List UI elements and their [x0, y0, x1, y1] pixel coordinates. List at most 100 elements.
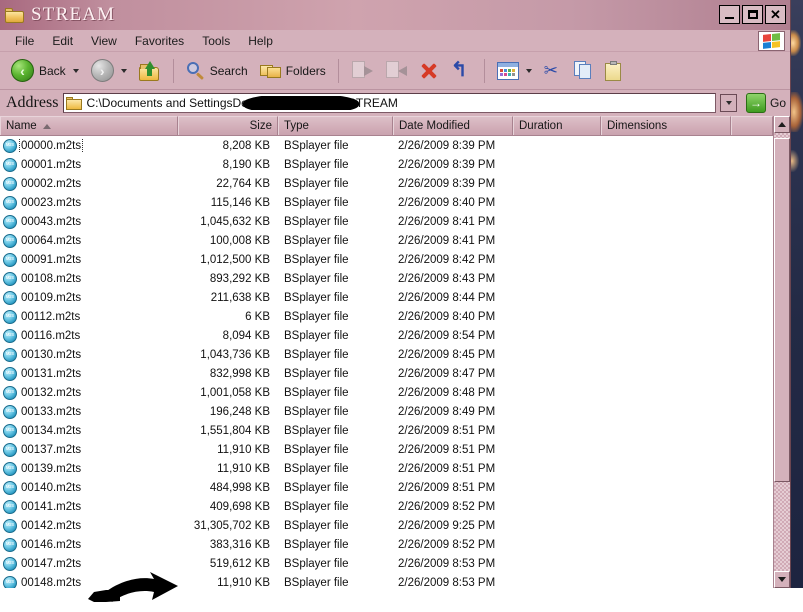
- table-row[interactable]: 00043.m2ts1,045,632 KBBSplayer file2/26/…: [0, 212, 773, 231]
- bsplayer-file-icon: [3, 348, 17, 362]
- delete-button[interactable]: [414, 58, 444, 84]
- file-date-cell: 2/26/2009 8:41 PM: [393, 216, 513, 228]
- go-button[interactable]: → Go: [742, 93, 786, 113]
- column-header-size[interactable]: Size: [178, 116, 278, 135]
- views-button[interactable]: [492, 59, 537, 83]
- delete-icon: [419, 61, 439, 81]
- file-type-cell: BSplayer file: [278, 273, 393, 285]
- table-row[interactable]: 00109.m2ts211,638 KBBSplayer file2/26/20…: [0, 288, 773, 307]
- maximize-button[interactable]: [742, 5, 763, 24]
- cut-icon: ✂: [544, 61, 562, 81]
- file-name-cell: 00139.m2ts: [0, 462, 178, 476]
- address-path-prefix: C:\Documents and Settings: [86, 96, 232, 110]
- cut-button[interactable]: ✂: [539, 58, 567, 84]
- forward-arrow-icon: ›: [91, 59, 114, 82]
- menu-item-favorites[interactable]: Favorites: [126, 32, 193, 50]
- file-size-cell: 100,008 KB: [178, 235, 278, 247]
- address-input[interactable]: C:\Documents and SettingsDesktop\1408\BD…: [63, 93, 716, 113]
- table-row[interactable]: 00146.m2ts383,316 KBBSplayer file2/26/20…: [0, 535, 773, 554]
- scrollbar-thumb[interactable]: [774, 138, 790, 482]
- table-row[interactable]: 00134.m2ts1,551,804 KBBSplayer file2/26/…: [0, 421, 773, 440]
- file-size-cell: 383,316 KB: [178, 539, 278, 551]
- table-row[interactable]: 00133.m2ts196,248 KBBSplayer file2/26/20…: [0, 402, 773, 421]
- file-name-cell: 00147.m2ts: [0, 557, 178, 571]
- title-bar: STREAM ✕: [0, 0, 790, 30]
- file-name-cell: 00137.m2ts: [0, 443, 178, 457]
- minimize-button[interactable]: [719, 5, 740, 24]
- table-row[interactable]: 00147.m2ts519,612 KBBSplayer file2/26/20…: [0, 554, 773, 573]
- table-row[interactable]: 00130.m2ts1,043,736 KBBSplayer file2/26/…: [0, 345, 773, 364]
- file-name-cell: 00002.m2ts: [0, 177, 178, 191]
- table-row[interactable]: 00148.m2ts11,910 KBBSplayer file2/26/200…: [0, 573, 773, 588]
- address-dropdown-button[interactable]: [720, 94, 737, 112]
- menu-item-help[interactable]: Help: [239, 32, 282, 50]
- table-row[interactable]: 00141.m2ts409,698 KBBSplayer file2/26/20…: [0, 497, 773, 516]
- file-size-cell: 8,094 KB: [178, 330, 278, 342]
- table-row[interactable]: 00112.m2ts6 KBBSplayer file2/26/2009 8:4…: [0, 307, 773, 326]
- scrollbar-track[interactable]: [774, 133, 790, 571]
- file-date-cell: 2/26/2009 8:40 PM: [393, 311, 513, 323]
- table-row[interactable]: 00140.m2ts484,998 KBBSplayer file2/26/20…: [0, 478, 773, 497]
- menu-item-edit[interactable]: Edit: [43, 32, 82, 50]
- file-name-label: 00109.m2ts: [21, 292, 81, 304]
- redaction-bar: [243, 96, 359, 110]
- up-one-level-icon: [139, 61, 161, 81]
- copy-button[interactable]: [569, 58, 598, 83]
- copy-to-folder-icon: [385, 61, 407, 80]
- file-size-cell: 1,043,736 KB: [178, 349, 278, 361]
- file-name-cell: 00064.m2ts: [0, 234, 178, 248]
- bsplayer-file-icon: [3, 443, 17, 457]
- file-name-label: 00133.m2ts: [21, 406, 81, 418]
- close-button[interactable]: ✕: [765, 5, 786, 24]
- scroll-down-button[interactable]: [774, 571, 790, 588]
- file-rows[interactable]: 00000.m2ts8,208 KBBSplayer file2/26/2009…: [0, 136, 773, 588]
- table-row[interactable]: 00137.m2ts11,910 KBBSplayer file2/26/200…: [0, 440, 773, 459]
- scroll-up-button[interactable]: [774, 116, 790, 133]
- table-row[interactable]: 00091.m2ts1,012,500 KBBSplayer file2/26/…: [0, 250, 773, 269]
- file-date-cell: 2/26/2009 8:47 PM: [393, 368, 513, 380]
- folders-button[interactable]: Folders: [255, 60, 331, 82]
- file-date-cell: 2/26/2009 8:40 PM: [393, 197, 513, 209]
- table-row[interactable]: 00064.m2ts100,008 KBBSplayer file2/26/20…: [0, 231, 773, 250]
- search-button[interactable]: Search: [181, 58, 253, 83]
- file-name-label: 00141.m2ts: [21, 501, 81, 513]
- table-row[interactable]: 00001.m2ts8,190 KBBSplayer file2/26/2009…: [0, 155, 773, 174]
- table-row[interactable]: 00132.m2ts1,001,058 KBBSplayer file2/26/…: [0, 383, 773, 402]
- file-type-cell: BSplayer file: [278, 425, 393, 437]
- table-row[interactable]: 00000.m2ts8,208 KBBSplayer file2/26/2009…: [0, 136, 773, 155]
- move-to-folder-icon: [351, 61, 373, 80]
- column-header-duration[interactable]: Duration: [513, 116, 601, 135]
- file-date-cell: 2/26/2009 8:53 PM: [393, 558, 513, 570]
- file-size-cell: 8,190 KB: [178, 159, 278, 171]
- move-to-button[interactable]: [346, 58, 378, 83]
- toolbar-separator: [173, 59, 174, 83]
- forward-button[interactable]: ›: [86, 56, 132, 85]
- column-header-dimensions[interactable]: Dimensions: [601, 116, 731, 135]
- table-row[interactable]: 00023.m2ts115,146 KBBSplayer file2/26/20…: [0, 193, 773, 212]
- file-type-cell: BSplayer file: [278, 539, 393, 551]
- file-name-cell: 00146.m2ts: [0, 538, 178, 552]
- table-row[interactable]: 00131.m2ts832,998 KBBSplayer file2/26/20…: [0, 364, 773, 383]
- undo-button[interactable]: ↰: [446, 58, 477, 83]
- table-row[interactable]: 00116.m2ts8,094 KBBSplayer file2/26/2009…: [0, 326, 773, 345]
- vertical-scrollbar[interactable]: [773, 116, 790, 588]
- table-row[interactable]: 00139.m2ts11,910 KBBSplayer file2/26/200…: [0, 459, 773, 478]
- windows-flag-icon[interactable]: [758, 31, 785, 51]
- up-button[interactable]: [134, 58, 166, 84]
- column-header-name[interactable]: Name: [0, 116, 178, 135]
- menu-item-tools[interactable]: Tools: [193, 32, 239, 50]
- table-row[interactable]: 00108.m2ts893,292 KBBSplayer file2/26/20…: [0, 269, 773, 288]
- file-date-cell: 2/26/2009 8:45 PM: [393, 349, 513, 361]
- menu-item-file[interactable]: File: [6, 32, 43, 50]
- menu-item-view[interactable]: View: [82, 32, 126, 50]
- back-button[interactable]: ‹ Back: [6, 56, 84, 85]
- paste-button[interactable]: [600, 58, 628, 84]
- file-date-cell: 2/26/2009 8:52 PM: [393, 539, 513, 551]
- column-header-type[interactable]: Type: [278, 116, 393, 135]
- column-header-date-modified[interactable]: Date Modified: [393, 116, 513, 135]
- file-date-cell: 2/26/2009 8:51 PM: [393, 463, 513, 475]
- table-row[interactable]: 00142.m2ts31,305,702 KBBSplayer file2/26…: [0, 516, 773, 535]
- bsplayer-file-icon: [3, 310, 17, 324]
- copy-to-button[interactable]: [380, 58, 412, 83]
- table-row[interactable]: 00002.m2ts22,764 KBBSplayer file2/26/200…: [0, 174, 773, 193]
